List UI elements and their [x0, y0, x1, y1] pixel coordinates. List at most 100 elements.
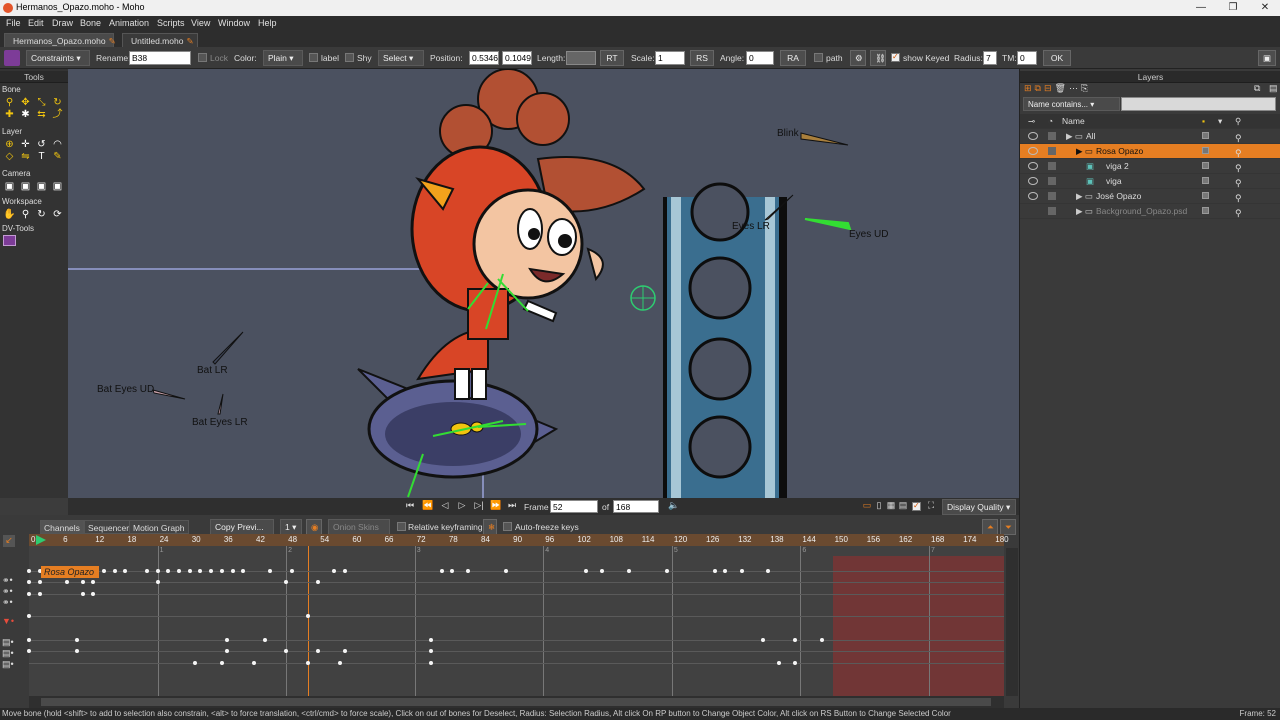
last-frame-icon[interactable]: ⏭ [506, 500, 518, 513]
rt-button[interactable]: RT [600, 50, 624, 66]
rotate-layer-icon[interactable]: ↺ [34, 139, 49, 150]
frame-input[interactable]: 52 [550, 500, 598, 513]
lock-checkbox[interactable] [198, 53, 207, 62]
layer-search-input[interactable] [1121, 97, 1276, 111]
tm-input[interactable]: 0 [1017, 51, 1037, 65]
keyframe[interactable] [268, 569, 273, 573]
bone-channel-icon[interactable]: ⚭• [2, 586, 24, 597]
duplicate-layer-icon[interactable]: ⧉ [1035, 83, 1044, 93]
ra-button[interactable]: RA [780, 50, 806, 66]
layer-row[interactable]: ▣ viga ⚲ [1020, 174, 1280, 189]
bone-strength-icon[interactable]: ⇆ [34, 109, 49, 120]
keyframe[interactable] [305, 661, 310, 665]
select-bone-icon[interactable]: ⚲ [2, 97, 17, 108]
layer-channel-icon[interactable]: ▤• [2, 637, 24, 648]
keyframe[interactable] [428, 649, 433, 653]
bone-label-eyes-ud[interactable]: Eyes UD [849, 229, 888, 240]
keyframe[interactable] [343, 649, 348, 653]
keyframe[interactable] [27, 614, 31, 618]
canvas-viewport[interactable]: Blink Eyes LR Eyes UD Bat LR Bat Eyes UD… [68, 69, 1019, 498]
flip-layer-icon[interactable]: ⇋ [18, 151, 33, 162]
keyframe[interactable] [155, 569, 160, 573]
rs-button[interactable]: RS [690, 50, 714, 66]
keyframe[interactable] [230, 569, 235, 573]
bone-label-bat-eyes-lr[interactable]: Bat Eyes LR [192, 417, 248, 428]
keyframe[interactable] [777, 661, 781, 665]
layer-channel-icon[interactable]: ▤• [2, 659, 24, 670]
switch-channel-icon[interactable]: ▼• [2, 616, 24, 627]
relative-keyframing-checkbox[interactable] [397, 522, 406, 531]
shy-checkbox[interactable] [345, 53, 354, 62]
next-frame-icon[interactable]: ▷| [473, 500, 485, 513]
orbit-icon[interactable]: ⟳ [50, 209, 65, 220]
layer-options-icon[interactable]: ⧉ [1254, 83, 1260, 94]
keyframe[interactable] [27, 649, 31, 653]
freeze-icon[interactable]: ❄ [483, 519, 497, 535]
translate-bone-icon[interactable]: ✥ [18, 97, 33, 108]
keyframe[interactable] [584, 569, 589, 573]
menu-draw[interactable]: Draw [52, 18, 73, 28]
text-tool-icon[interactable]: T [34, 151, 49, 162]
position-x-input[interactable]: 0.5346 [469, 51, 499, 65]
delete-layer-icon[interactable]: 🗑 [1055, 83, 1069, 93]
bone-label-bat-lr[interactable]: Bat LR [197, 365, 228, 376]
keyframe[interactable] [332, 569, 337, 573]
channel-tracks[interactable]: 1 2 3 4 5 6 7 [27, 546, 1004, 696]
bone-constraint-icon[interactable]: ⚙ [850, 50, 866, 66]
auto-freeze-checkbox[interactable] [503, 522, 512, 531]
name-column-header[interactable]: Name [1062, 114, 1085, 129]
lock-toggle[interactable] [1048, 192, 1056, 200]
layer-color-swatch[interactable] [1202, 147, 1209, 154]
keyframe[interactable] [316, 649, 321, 653]
pen-tool-icon[interactable]: ✎ [50, 151, 65, 162]
expand-timeline-icon[interactable]: ⏷ [1000, 519, 1016, 535]
zoom-icon[interactable]: ⚲ [18, 209, 33, 220]
layer-row[interactable]: ▶ ▭ Rosa Opazo ⚲ [1020, 144, 1280, 159]
keyframe[interactable] [225, 649, 230, 653]
keyframe[interactable] [177, 569, 181, 573]
keyframe[interactable] [712, 569, 717, 573]
copy-layer-icon[interactable]: ⎘ [1081, 83, 1091, 93]
keyframe[interactable] [27, 580, 31, 584]
display-quality-dropdown[interactable]: Display Quality ▾ [942, 499, 1016, 515]
layer-channel-icon[interactable]: ▤• [2, 648, 24, 659]
show-keyed-checkbox[interactable] [891, 52, 900, 62]
dv-bone-tool-icon[interactable] [3, 235, 16, 246]
switch-layer-icon[interactable]: ◇ [2, 151, 17, 162]
layer-settings-icon[interactable]: ▤ [1269, 83, 1278, 94]
track-camera-icon[interactable]: ▣ [2, 181, 17, 192]
menu-window[interactable]: Window [218, 18, 250, 28]
color-dropdown[interactable]: Plain ▾ [263, 50, 303, 66]
minimize-button[interactable]: — [1186, 0, 1216, 16]
keyframe[interactable] [305, 614, 310, 618]
layer-row[interactable]: ▶ ▭ Background_Opazo.psd ⚲ [1020, 204, 1280, 219]
lock-toggle[interactable] [1048, 177, 1056, 185]
new-layer-icon[interactable]: ⊞ [1024, 83, 1035, 93]
bone-link-icon[interactable]: ⛓ [870, 50, 886, 66]
play-start-marker[interactable] [36, 535, 46, 545]
layer-color-swatch[interactable] [1202, 132, 1209, 139]
ok-button[interactable]: OK [1043, 50, 1071, 66]
keyframe[interactable] [793, 661, 798, 665]
menu-help[interactable]: Help [258, 18, 277, 28]
new-group-icon[interactable]: ⊟ [1044, 83, 1055, 93]
play-icon[interactable]: ▷ [456, 500, 468, 513]
keyframe[interactable] [187, 569, 192, 573]
roll-camera-icon[interactable]: ▣ [34, 181, 49, 192]
reparent-bone-icon[interactable]: ⤴ [50, 109, 65, 120]
lock-toggle[interactable] [1048, 207, 1056, 215]
menu-edit[interactable]: Edit [28, 18, 44, 28]
keyframe[interactable] [112, 569, 117, 573]
layer-row[interactable]: ▶ ▭ All ⚲ [1020, 129, 1280, 144]
layer-row[interactable]: ▶ ▭ José Opazo ⚲ [1020, 189, 1280, 204]
shear-layer-icon[interactable]: ◠ [50, 139, 65, 150]
keyframe[interactable] [793, 638, 798, 642]
close-button[interactable]: ✕ [1250, 0, 1280, 16]
keyframe[interactable] [627, 569, 631, 573]
keyframe[interactable] [102, 569, 106, 573]
keyframe[interactable] [739, 569, 744, 573]
keyframe[interactable] [262, 638, 267, 642]
keyframe[interactable] [664, 569, 669, 573]
keyframe[interactable] [91, 580, 96, 584]
bone-channel-icon[interactable]: ⚭• [2, 575, 24, 586]
